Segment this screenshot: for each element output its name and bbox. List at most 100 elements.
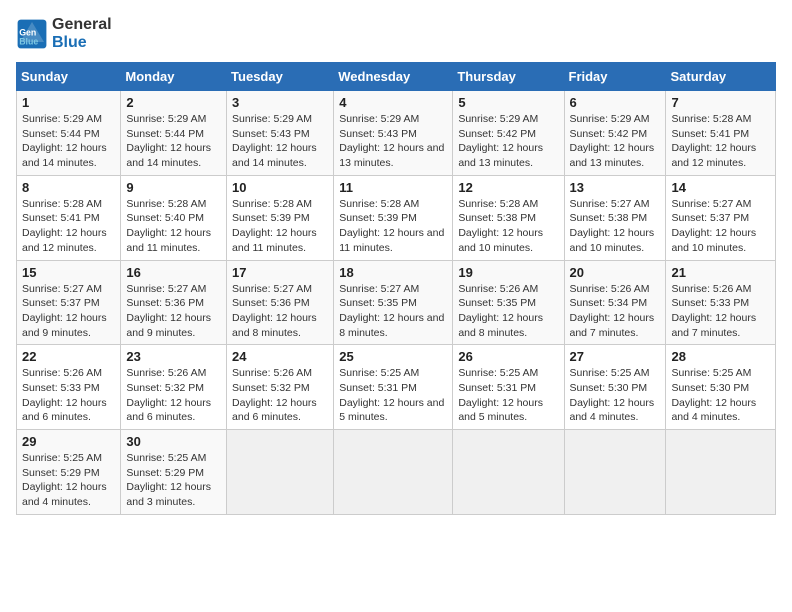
calendar-cell: 29 Sunrise: 5:25 AM Sunset: 5:29 PM Dayl… [17, 430, 121, 515]
col-header-monday: Monday [121, 63, 227, 91]
day-info: Sunrise: 5:29 AM Sunset: 5:43 PM Dayligh… [232, 112, 328, 171]
day-info: Sunrise: 5:29 AM Sunset: 5:42 PM Dayligh… [570, 112, 661, 171]
day-number: 18 [339, 265, 447, 280]
calendar-cell [334, 430, 453, 515]
calendar-cell [666, 430, 776, 515]
calendar-cell: 24 Sunrise: 5:26 AM Sunset: 5:32 PM Dayl… [227, 345, 334, 430]
day-number: 13 [570, 180, 661, 195]
day-info: Sunrise: 5:27 AM Sunset: 5:36 PM Dayligh… [232, 282, 328, 341]
calendar-cell: 2 Sunrise: 5:29 AM Sunset: 5:44 PM Dayli… [121, 91, 227, 176]
day-number: 12 [458, 180, 558, 195]
day-info: Sunrise: 5:26 AM Sunset: 5:33 PM Dayligh… [671, 282, 770, 341]
week-row-1: 1 Sunrise: 5:29 AM Sunset: 5:44 PM Dayli… [17, 91, 776, 176]
week-row-3: 15 Sunrise: 5:27 AM Sunset: 5:37 PM Dayl… [17, 260, 776, 345]
day-info: Sunrise: 5:28 AM Sunset: 5:39 PM Dayligh… [339, 197, 447, 256]
logo: Gen Blue General Blue [16, 16, 112, 52]
calendar-cell: 12 Sunrise: 5:28 AM Sunset: 5:38 PM Dayl… [453, 175, 564, 260]
day-info: Sunrise: 5:25 AM Sunset: 5:31 PM Dayligh… [339, 366, 447, 425]
day-info: Sunrise: 5:27 AM Sunset: 5:36 PM Dayligh… [126, 282, 221, 341]
day-info: Sunrise: 5:26 AM Sunset: 5:33 PM Dayligh… [22, 366, 115, 425]
calendar-cell: 6 Sunrise: 5:29 AM Sunset: 5:42 PM Dayli… [564, 91, 666, 176]
day-number: 5 [458, 95, 558, 110]
day-info: Sunrise: 5:28 AM Sunset: 5:40 PM Dayligh… [126, 197, 221, 256]
day-info: Sunrise: 5:25 AM Sunset: 5:30 PM Dayligh… [570, 366, 661, 425]
day-number: 3 [232, 95, 328, 110]
day-number: 2 [126, 95, 221, 110]
day-info: Sunrise: 5:28 AM Sunset: 5:41 PM Dayligh… [671, 112, 770, 171]
day-info: Sunrise: 5:26 AM Sunset: 5:34 PM Dayligh… [570, 282, 661, 341]
calendar-cell: 30 Sunrise: 5:25 AM Sunset: 5:29 PM Dayl… [121, 430, 227, 515]
day-number: 7 [671, 95, 770, 110]
col-header-wednesday: Wednesday [334, 63, 453, 91]
day-number: 22 [22, 349, 115, 364]
svg-text:Blue: Blue [19, 36, 38, 46]
day-number: 27 [570, 349, 661, 364]
calendar-cell: 10 Sunrise: 5:28 AM Sunset: 5:39 PM Dayl… [227, 175, 334, 260]
day-number: 15 [22, 265, 115, 280]
col-header-thursday: Thursday [453, 63, 564, 91]
week-row-5: 29 Sunrise: 5:25 AM Sunset: 5:29 PM Dayl… [17, 430, 776, 515]
day-number: 8 [22, 180, 115, 195]
day-number: 19 [458, 265, 558, 280]
calendar-cell: 17 Sunrise: 5:27 AM Sunset: 5:36 PM Dayl… [227, 260, 334, 345]
day-info: Sunrise: 5:27 AM Sunset: 5:37 PM Dayligh… [22, 282, 115, 341]
day-number: 28 [671, 349, 770, 364]
day-info: Sunrise: 5:26 AM Sunset: 5:35 PM Dayligh… [458, 282, 558, 341]
calendar-table: SundayMondayTuesdayWednesdayThursdayFrid… [16, 62, 776, 515]
calendar-cell: 22 Sunrise: 5:26 AM Sunset: 5:33 PM Dayl… [17, 345, 121, 430]
day-number: 16 [126, 265, 221, 280]
day-info: Sunrise: 5:25 AM Sunset: 5:31 PM Dayligh… [458, 366, 558, 425]
calendar-cell: 23 Sunrise: 5:26 AM Sunset: 5:32 PM Dayl… [121, 345, 227, 430]
day-number: 23 [126, 349, 221, 364]
day-info: Sunrise: 5:26 AM Sunset: 5:32 PM Dayligh… [232, 366, 328, 425]
day-info: Sunrise: 5:27 AM Sunset: 5:38 PM Dayligh… [570, 197, 661, 256]
day-info: Sunrise: 5:25 AM Sunset: 5:30 PM Dayligh… [671, 366, 770, 425]
day-info: Sunrise: 5:26 AM Sunset: 5:32 PM Dayligh… [126, 366, 221, 425]
day-info: Sunrise: 5:29 AM Sunset: 5:44 PM Dayligh… [126, 112, 221, 171]
calendar-cell: 18 Sunrise: 5:27 AM Sunset: 5:35 PM Dayl… [334, 260, 453, 345]
header-row: SundayMondayTuesdayWednesdayThursdayFrid… [17, 63, 776, 91]
day-number: 10 [232, 180, 328, 195]
calendar-cell: 3 Sunrise: 5:29 AM Sunset: 5:43 PM Dayli… [227, 91, 334, 176]
day-number: 26 [458, 349, 558, 364]
calendar-cell: 1 Sunrise: 5:29 AM Sunset: 5:44 PM Dayli… [17, 91, 121, 176]
calendar-cell: 9 Sunrise: 5:28 AM Sunset: 5:40 PM Dayli… [121, 175, 227, 260]
calendar-cell [564, 430, 666, 515]
logo-icon: Gen Blue [16, 18, 48, 50]
day-number: 9 [126, 180, 221, 195]
col-header-tuesday: Tuesday [227, 63, 334, 91]
day-number: 17 [232, 265, 328, 280]
day-info: Sunrise: 5:29 AM Sunset: 5:43 PM Dayligh… [339, 112, 447, 171]
day-number: 29 [22, 434, 115, 449]
day-info: Sunrise: 5:25 AM Sunset: 5:29 PM Dayligh… [126, 451, 221, 510]
calendar-cell: 21 Sunrise: 5:26 AM Sunset: 5:33 PM Dayl… [666, 260, 776, 345]
calendar-cell: 11 Sunrise: 5:28 AM Sunset: 5:39 PM Dayl… [334, 175, 453, 260]
calendar-cell: 16 Sunrise: 5:27 AM Sunset: 5:36 PM Dayl… [121, 260, 227, 345]
calendar-cell: 27 Sunrise: 5:25 AM Sunset: 5:30 PM Dayl… [564, 345, 666, 430]
day-info: Sunrise: 5:29 AM Sunset: 5:44 PM Dayligh… [22, 112, 115, 171]
calendar-cell: 7 Sunrise: 5:28 AM Sunset: 5:41 PM Dayli… [666, 91, 776, 176]
calendar-cell: 5 Sunrise: 5:29 AM Sunset: 5:42 PM Dayli… [453, 91, 564, 176]
day-number: 4 [339, 95, 447, 110]
calendar-cell: 28 Sunrise: 5:25 AM Sunset: 5:30 PM Dayl… [666, 345, 776, 430]
day-number: 1 [22, 95, 115, 110]
day-info: Sunrise: 5:27 AM Sunset: 5:35 PM Dayligh… [339, 282, 447, 341]
calendar-cell: 19 Sunrise: 5:26 AM Sunset: 5:35 PM Dayl… [453, 260, 564, 345]
calendar-cell: 4 Sunrise: 5:29 AM Sunset: 5:43 PM Dayli… [334, 91, 453, 176]
logo-text: General Blue [52, 16, 112, 52]
calendar-cell: 8 Sunrise: 5:28 AM Sunset: 5:41 PM Dayli… [17, 175, 121, 260]
day-number: 14 [671, 180, 770, 195]
calendar-cell: 25 Sunrise: 5:25 AM Sunset: 5:31 PM Dayl… [334, 345, 453, 430]
day-number: 20 [570, 265, 661, 280]
week-row-2: 8 Sunrise: 5:28 AM Sunset: 5:41 PM Dayli… [17, 175, 776, 260]
day-info: Sunrise: 5:27 AM Sunset: 5:37 PM Dayligh… [671, 197, 770, 256]
calendar-cell: 15 Sunrise: 5:27 AM Sunset: 5:37 PM Dayl… [17, 260, 121, 345]
day-info: Sunrise: 5:29 AM Sunset: 5:42 PM Dayligh… [458, 112, 558, 171]
col-header-friday: Friday [564, 63, 666, 91]
day-number: 24 [232, 349, 328, 364]
day-number: 21 [671, 265, 770, 280]
calendar-cell: 13 Sunrise: 5:27 AM Sunset: 5:38 PM Dayl… [564, 175, 666, 260]
calendar-cell: 20 Sunrise: 5:26 AM Sunset: 5:34 PM Dayl… [564, 260, 666, 345]
week-row-4: 22 Sunrise: 5:26 AM Sunset: 5:33 PM Dayl… [17, 345, 776, 430]
day-number: 6 [570, 95, 661, 110]
